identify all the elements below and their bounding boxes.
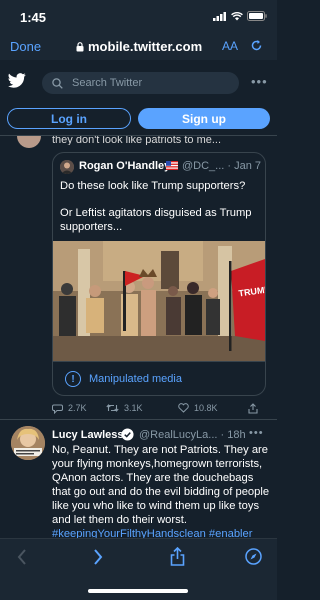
done-button[interactable]: Done [10, 39, 41, 54]
tweet-author-handle: @RealLucyLa... · 18h [139, 429, 246, 441]
avatar [60, 160, 74, 174]
tweet-text: No, Peanut. They are not Patriots. They … [52, 444, 270, 540]
divider [0, 419, 277, 420]
manipulated-media-notice[interactable]: ! Manipulated media [53, 361, 265, 395]
info-icon: ! [65, 371, 81, 387]
search-input[interactable]: Search Twitter [42, 72, 239, 94]
avatar[interactable] [17, 136, 41, 148]
status-bar: 1:45 [0, 0, 277, 36]
wifi-icon [231, 11, 243, 20]
retweet-icon [106, 404, 119, 412]
tweet-actions: 2.7K 3.1K 10.8K [52, 400, 267, 416]
retweet-button[interactable]: 3.1K [106, 403, 178, 413]
manipulated-media-label: Manipulated media [89, 373, 182, 385]
twitter-bird-icon[interactable] [8, 73, 26, 88]
reply-count: 2.7K [68, 403, 87, 413]
refresh-icon[interactable] [250, 39, 263, 55]
status-time: 1:45 [20, 10, 47, 25]
lock-icon [76, 41, 84, 51]
share-icon[interactable] [170, 547, 185, 566]
quoted-tweet[interactable]: Rogan O'Handley @DC_... · Jan 7 Do these… [52, 152, 266, 396]
text-size-button[interactable]: AA [222, 39, 238, 53]
battery-icon [247, 11, 267, 21]
share-button[interactable] [248, 402, 258, 414]
tweet-text-truncated: they don't look like patriots to me... [52, 136, 222, 145]
address-bar[interactable]: mobile.twitter.com [76, 39, 202, 54]
retweet-count: 3.1K [124, 403, 143, 413]
twitter-header: Search Twitter ••• Log in Sign up [0, 60, 277, 136]
more-icon[interactable]: ••• [251, 74, 268, 89]
search-placeholder: Search Twitter [72, 77, 143, 89]
reply-button[interactable]: 2.7K [52, 403, 106, 414]
verified-icon [121, 428, 134, 441]
back-icon[interactable] [17, 549, 27, 565]
avatar[interactable] [11, 426, 45, 460]
signal-icon [213, 11, 226, 21]
signup-button[interactable]: Sign up [138, 108, 270, 129]
status-icons [213, 11, 267, 21]
quoted-author-name: Rogan O'Handley [79, 160, 171, 172]
share-icon [248, 402, 258, 414]
quoted-author-handle: @DC_... · Jan 7 [182, 160, 262, 172]
quoted-tweet-text: Do these look like Trump supporters? Or … [60, 180, 252, 233]
like-button[interactable]: 10.8K [178, 403, 248, 413]
home-indicator [88, 589, 188, 593]
tweet-photo[interactable]: TRUMP PRESIDENT [53, 241, 265, 361]
like-icon [178, 403, 189, 413]
like-count: 10.8K [194, 403, 218, 413]
compass-icon[interactable] [245, 548, 262, 565]
url-text: mobile.twitter.com [88, 39, 203, 54]
tweet-more-icon[interactable]: ••• [249, 427, 264, 439]
browser-top-bar: Done mobile.twitter.com AA [0, 36, 277, 60]
tweet-author-name: Lucy Lawless [52, 429, 124, 441]
reply-icon [52, 404, 63, 414]
forward-icon[interactable] [93, 549, 103, 565]
login-button[interactable]: Log in [7, 108, 131, 129]
us-flag-icon [166, 161, 178, 170]
search-icon [52, 77, 63, 89]
